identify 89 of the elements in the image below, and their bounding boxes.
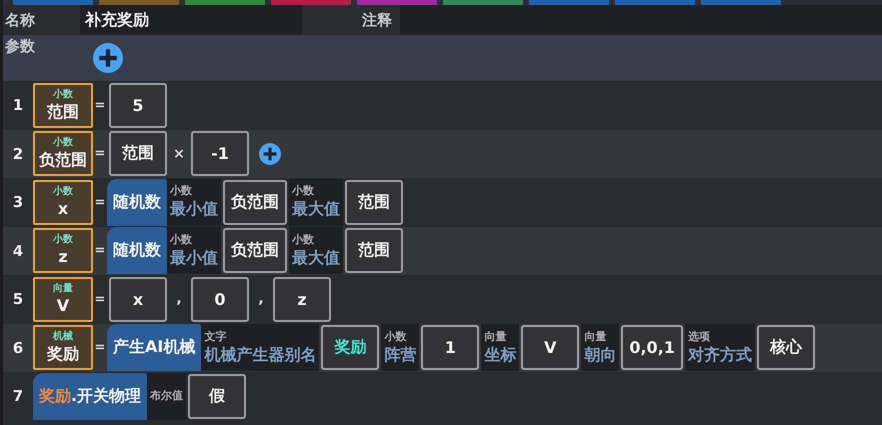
- operator: ×: [172, 146, 186, 162]
- parameter-type: 选项: [688, 330, 711, 344]
- tab[interactable]: [271, 0, 351, 5]
- variable-type: 向量: [53, 282, 73, 295]
- equals-sign: =: [94, 340, 106, 356]
- parameter-type: 小数: [170, 232, 193, 247]
- line-number: 2: [12, 144, 24, 163]
- value-field[interactable]: V: [521, 325, 580, 370]
- value-field[interactable]: 范围: [109, 131, 167, 176]
- parameter-name: 朝向: [584, 344, 616, 366]
- value-field[interactable]: 范围: [345, 180, 403, 225]
- function-block[interactable]: 随机数: [107, 227, 167, 274]
- parameter-type: 小数: [292, 232, 315, 247]
- operator: ,: [257, 291, 265, 308]
- line-number: 5: [12, 290, 24, 308]
- variable-name: V: [56, 294, 70, 317]
- parameter-type: 小数: [292, 184, 315, 198]
- name-label: 名称: [4, 10, 36, 30]
- variable-name: 负范围: [39, 149, 87, 172]
- value-field[interactable]: 负范围: [223, 228, 287, 274]
- variable-type: 小数: [53, 233, 73, 246]
- tab[interactable]: [701, 0, 781, 5]
- parameter-type: 文字: [204, 330, 228, 344]
- function-block[interactable]: 产生AI机械: [107, 324, 202, 372]
- equals-sign: =: [94, 98, 106, 113]
- params-label: 参数: [4, 37, 36, 56]
- tab[interactable]: [99, 0, 179, 5]
- variable-type: 小数: [53, 184, 73, 198]
- value-field[interactable]: z: [273, 276, 331, 322]
- add-icon[interactable]: [259, 142, 281, 165]
- line-number: 4: [12, 242, 24, 260]
- variable-name: z: [58, 246, 68, 268]
- parameter-name: 阵营: [384, 344, 416, 366]
- tab[interactable]: [357, 0, 437, 5]
- line-number: 6: [12, 338, 24, 357]
- parameter-name: 最小值: [170, 198, 218, 220]
- variable-block[interactable]: 小数 范围: [33, 82, 93, 128]
- function-block[interactable]: 随机数: [107, 178, 167, 226]
- name-field[interactable]: 补充奖励: [80, 5, 302, 35]
- variable-block[interactable]: 小数 z: [33, 228, 93, 274]
- value-field[interactable]: 核心: [756, 325, 815, 370]
- value-field[interactable]: 1: [421, 325, 480, 370]
- equals-sign: =: [94, 146, 106, 162]
- tab[interactable]: [615, 0, 695, 5]
- variable-type: 小数: [53, 88, 73, 101]
- tab[interactable]: [13, 0, 93, 5]
- parameter-name: 最大值: [292, 246, 340, 269]
- tab[interactable]: [185, 0, 265, 5]
- value-field[interactable]: 奖励: [321, 325, 380, 370]
- add-icon[interactable]: [93, 43, 123, 73]
- method-block[interactable]: 奖励.开关物理: [33, 372, 148, 420]
- value-field[interactable]: 0: [191, 276, 249, 322]
- equals-sign: =: [94, 194, 106, 210]
- operator: ,: [175, 291, 183, 308]
- tab[interactable]: [443, 0, 523, 5]
- variable-type: 机械: [53, 330, 73, 344]
- value-field[interactable]: 假: [188, 374, 246, 419]
- line-number: 7: [12, 387, 24, 406]
- value-field[interactable]: 范围: [345, 228, 403, 274]
- parameter-type: 小数: [170, 184, 193, 198]
- comment-field[interactable]: [400, 5, 882, 35]
- value-field[interactable]: -1: [191, 131, 249, 176]
- variable-name: 奖励: [47, 343, 79, 366]
- variable-name: x: [58, 198, 68, 220]
- tab[interactable]: [529, 0, 609, 5]
- parameter-name: 最大值: [292, 198, 340, 220]
- parameter-type: 布尔值: [150, 389, 184, 404]
- variable-block[interactable]: 小数 负范围: [33, 131, 93, 176]
- value-field[interactable]: 负范围: [223, 180, 287, 225]
- variable-name: 范围: [47, 100, 79, 123]
- parameter-type: 向量: [484, 330, 508, 344]
- parameter-name: 最小值: [170, 246, 218, 269]
- line-number: 1: [12, 96, 24, 114]
- parameter-name: 坐标: [484, 344, 516, 366]
- variable-block[interactable]: 小数 x: [33, 180, 93, 225]
- variable-block[interactable]: 向量 V: [33, 276, 93, 322]
- parameter-type: 小数: [384, 330, 408, 344]
- comment-label: 注释: [362, 10, 393, 30]
- variable-block[interactable]: 机械 奖励: [33, 325, 93, 370]
- variable-type: 小数: [53, 136, 73, 150]
- parameter-name: 对齐方式: [688, 344, 752, 366]
- line-number: 3: [12, 193, 24, 212]
- value-field[interactable]: x: [109, 276, 167, 322]
- equals-sign: =: [94, 243, 106, 258]
- equals-sign: =: [94, 292, 106, 307]
- value-field[interactable]: 5: [109, 82, 167, 128]
- parameter-type: 向量: [584, 330, 608, 344]
- value-field[interactable]: 0,0,1: [621, 325, 683, 370]
- parameter-name: 机械产生器别名: [204, 344, 316, 366]
